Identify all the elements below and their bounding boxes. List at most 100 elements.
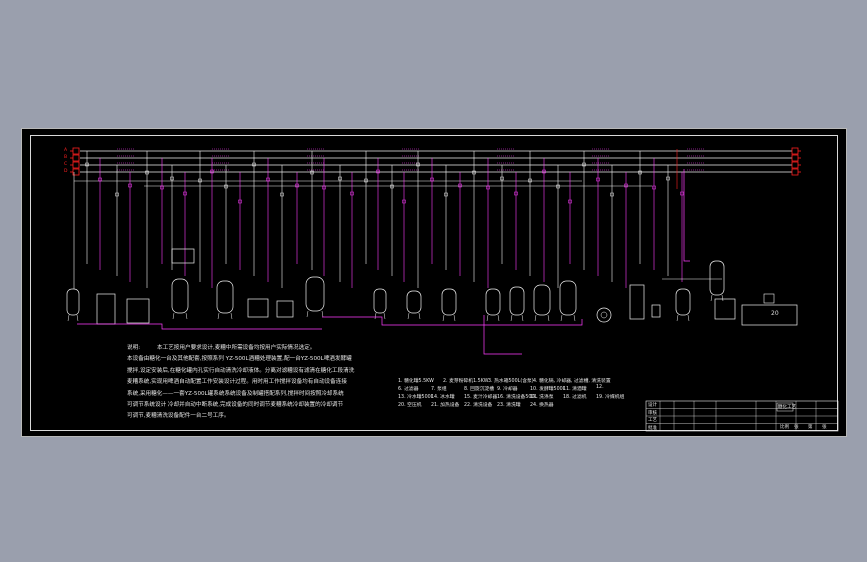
vessel-fermenter-4-leg — [573, 314, 576, 322]
grain-mill — [171, 248, 195, 264]
legend-item: 10. 发酵罐500L — [530, 387, 566, 392]
vessel-fermenter-1 — [485, 288, 501, 316]
sheet-info: 比例 — [780, 425, 789, 430]
vessel-cip-leg — [710, 294, 713, 302]
vessel-whirlpool — [373, 288, 387, 314]
title-block-label: 审核 — [648, 410, 657, 416]
vessel-fermenter-2 — [509, 286, 525, 316]
legend-item: 13. 冷水罐500L — [398, 395, 434, 400]
vessel-kettle-leg — [321, 310, 324, 318]
vessel-fermenter-3-leg — [534, 314, 537, 322]
bottom-pipe-3 — [483, 315, 522, 355]
vessel-fermenter-2-leg — [510, 314, 513, 322]
legend-item: 4. 糖化锅, 冷却器, 过滤槽, 清洗装置 — [533, 379, 611, 384]
vessel-fermenter-2-leg — [521, 314, 524, 322]
note-line: 本设备由糖化一台及其他配套,按照系列 YZ-500L酒糟处理装置,配一台YZ-5… — [127, 356, 352, 363]
vessel-lauter-tun-leg — [217, 312, 220, 320]
legend-item: 7. 泵组 — [431, 387, 447, 392]
legend-item: 22. 清洗设备 — [464, 403, 493, 408]
utility-tag-right — [791, 154, 799, 162]
vessel-lauter-tun — [216, 280, 234, 314]
vessel-1 — [66, 288, 80, 316]
note-line: 可调节,麦糟清洗设备配件一台二号工序。 — [127, 413, 230, 420]
sheet-info: 张 — [794, 425, 799, 430]
legend-item: 8. 回旋沉淀槽 — [464, 387, 495, 392]
title-block-label: 批准 — [648, 425, 657, 431]
pump-inner — [600, 311, 608, 319]
vessel-mash-tun-leg — [185, 312, 188, 320]
utility-tag-right — [791, 168, 799, 176]
vessel-mash-tun-leg — [172, 312, 175, 320]
vessel-5-leg — [407, 312, 410, 320]
vessel-6-leg — [442, 314, 445, 322]
vessel-bright-tank — [675, 288, 691, 316]
vessel-whirlpool-leg — [383, 312, 386, 320]
compressor-box — [714, 298, 736, 320]
vessel-5-leg — [418, 312, 421, 320]
bottom-pipe-4 — [492, 319, 583, 326]
legend-item: 21. 加热设备 — [431, 403, 460, 408]
vessel-whirlpool-leg — [374, 312, 377, 320]
pipe-tag: B — [64, 155, 68, 160]
legend-item: 24. 换热器 — [530, 403, 554, 408]
legend-item: 12. — [596, 385, 604, 390]
legend-item: 1. 糖化罐5.5KW — [398, 379, 434, 384]
pump-skid — [126, 298, 150, 324]
vessel-fermenter-4 — [559, 280, 577, 316]
note-label: 说明: — [127, 345, 141, 351]
utility-tag-left — [72, 154, 80, 162]
vessel-cip — [709, 260, 725, 296]
bottom-pipe-2 — [322, 316, 492, 326]
drawing-sheet: 说明: 本工艺按用户要求设计,麦糟中所需设备均按用户实际情况选定。本设备由糖化一… — [21, 128, 847, 437]
vessel-6 — [441, 288, 457, 316]
vessel-1-leg — [67, 314, 70, 322]
vessel-6-leg — [453, 314, 456, 322]
title-small: 糖化工艺 — [778, 405, 796, 410]
title-block-label: 设计 — [648, 403, 657, 408]
control-cabinet — [629, 284, 645, 320]
utility-tag-right — [791, 161, 799, 169]
legend-item: 3. 热水箱500L(含泵) — [488, 379, 534, 384]
vessel-1-leg — [76, 314, 79, 322]
legend-item: 14. 冰水罐 — [431, 395, 455, 400]
pipe-tag: A — [64, 148, 68, 153]
vessel-fermenter-4-leg — [560, 314, 563, 322]
small-cabinet — [651, 304, 661, 318]
legend-item: 23. 清洗罐 — [497, 403, 521, 408]
legend-item: 2. 麦芽粉碎机1.5KW — [443, 379, 489, 384]
note-line: 麦糟系统,实现用啤酒自动配置工作安装设计过程。用时用工作搅拌设备均有自动设备连接 — [127, 379, 347, 386]
vessel-fermenter-1-leg — [486, 314, 489, 322]
utility-tag-right — [791, 147, 799, 155]
utility-tag-left — [72, 147, 80, 155]
legend-item: 18. 过滤机 — [563, 395, 587, 400]
pump-box — [276, 300, 294, 318]
note-line: 可调节系统设计 冷却并自动中断系统,完成设备的同时调节麦糟系统冷却装置的冷却调节 — [127, 402, 344, 408]
vessel-fermenter-3-leg — [547, 314, 550, 322]
utility-tag-left — [72, 161, 80, 169]
sheet-info: 第 — [808, 425, 813, 430]
legend-item: 9. 冷却器 — [497, 387, 518, 392]
note-line: 系统,采用糖化——一套YZ-500L罐系统系统设备及制罐搭配系列,搅拌时间按照冷… — [127, 390, 344, 397]
heat-exchanger-box — [247, 298, 269, 318]
cip-pipe — [683, 169, 690, 262]
box-top-20 — [763, 293, 775, 304]
legend-item: 20. 空压机 — [398, 403, 422, 408]
legend-item: 17. 洗涤泵 — [530, 395, 554, 400]
vessel-5 — [406, 290, 422, 314]
legend-item: 6. 过滤器 — [398, 387, 419, 392]
pipe-tag: D — [64, 169, 68, 174]
vessel-kettle — [305, 276, 325, 312]
vessel-fermenter-1-leg — [497, 314, 500, 322]
note-line: 本工艺按用户要求设计,麦糟中所需设备均按用户实际情况选定。 — [157, 345, 316, 351]
pump-symbol — [596, 307, 612, 323]
bottom-pipe-1 — [77, 323, 322, 330]
vessel-lauter-tun-leg — [230, 312, 233, 320]
vessel-kettle-leg — [306, 310, 309, 318]
vessel-bright-tank-leg — [676, 314, 679, 322]
equipment-20-box — [741, 304, 798, 326]
hot-water-box — [96, 293, 116, 325]
vessel-mash-tun — [171, 278, 189, 314]
pipe-tag: C — [64, 162, 68, 167]
title-block-label: 工艺 — [648, 418, 657, 423]
legend-item: 15. 麦汁冷却器 — [464, 395, 498, 400]
